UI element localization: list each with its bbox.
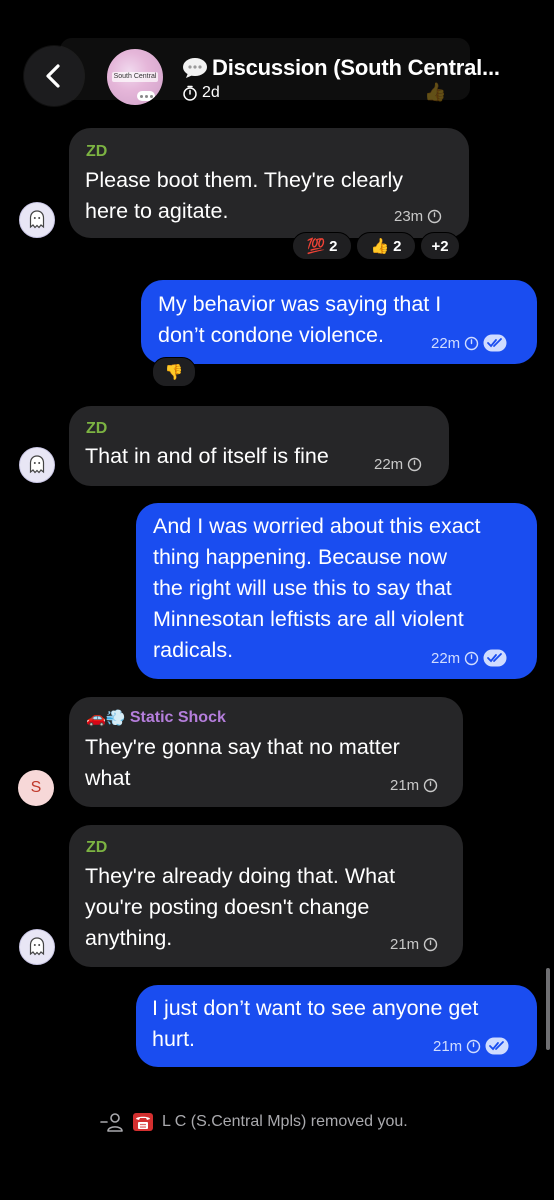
reaction-count: +2: [431, 237, 449, 255]
message-time: 21m: [390, 936, 438, 953]
message-line: thing happening. Because now: [153, 545, 448, 569]
sender-name: ZD: [86, 420, 108, 437]
message-line: what: [85, 766, 131, 790]
message-line: I just don’t want to see anyone get: [152, 996, 479, 1020]
chat-title: Discussion (South Central...: [212, 55, 500, 80]
thumbs-up-icon: 👍: [370, 238, 390, 255]
message-line: My behavior was saying that I: [158, 292, 442, 316]
timer-icon: [423, 937, 438, 952]
timer-icon: [466, 1039, 481, 1053]
message-time: 23m: [394, 208, 442, 225]
time-label: 23m: [394, 208, 424, 225]
message-bubble-outgoing[interactable]: I just don’t want to see anyone get hurt…: [136, 985, 537, 1067]
faded-thumbs-up-icon: 👍: [424, 82, 447, 102]
message-time: 22m: [431, 334, 507, 352]
message-bubble-incoming[interactable]: ZD They're already doing that. What you'…: [69, 825, 463, 967]
message-line: That in and of itself is fine: [85, 444, 329, 468]
timer-icon: [464, 336, 479, 350]
message-line: Minnesotan leftists are all violent: [153, 607, 464, 631]
timer-icon: [464, 651, 479, 665]
ghost-icon: [29, 210, 45, 229]
message-line: you're posting doesn't change: [85, 895, 370, 919]
message-text: They're gonna say that no matter what: [85, 732, 400, 794]
reaction-thumbs-down[interactable]: 👎: [152, 357, 196, 387]
message-bubble-incoming[interactable]: ZD Please boot them. They're clearly her…: [69, 128, 469, 238]
sender-name: ZD: [86, 143, 108, 160]
sender-name: Static Shock: [129, 709, 226, 726]
read-receipt-icon: [483, 334, 507, 352]
message-line: here to agitate.: [85, 199, 229, 223]
back-button[interactable]: [24, 46, 84, 106]
message-text: My behavior was saying that I don’t cond…: [158, 289, 441, 351]
reaction-more[interactable]: +2: [420, 232, 460, 260]
avatar[interactable]: [19, 447, 55, 483]
system-text: L C (S.Central Mpls) removed you.: [162, 1113, 408, 1130]
group-avatar[interactable]: South Central: [107, 49, 163, 105]
ghost-icon: [29, 937, 45, 956]
timer-icon: [427, 209, 442, 224]
message-time: 22m: [431, 649, 507, 667]
timer-icon: [183, 85, 197, 101]
remove-user-icon: [100, 1113, 123, 1132]
disappearing-timer[interactable]: 2d: [182, 83, 220, 103]
message-bubble-outgoing[interactable]: My behavior was saying that I don’t cond…: [141, 280, 537, 364]
reaction-hundred[interactable]: 💯 2: [292, 232, 352, 260]
sender-name: ZD: [86, 839, 108, 856]
chevron-left-icon: [46, 64, 60, 88]
time-label: 21m: [390, 936, 420, 953]
message-text: Please boot them. They're clearly here t…: [85, 165, 403, 227]
message-line: Please boot them. They're clearly: [85, 168, 404, 192]
message-text: I just don’t want to see anyone get hurt…: [152, 993, 478, 1055]
system-message: L C (S.Central Mpls) removed you.: [100, 1110, 408, 1134]
time-label: 22m: [431, 334, 461, 352]
speech-bubble-icon: [183, 58, 207, 78]
message-line: the right will use this to say that: [153, 576, 452, 600]
time-label: 22m: [374, 456, 404, 473]
group-avatar-label: South Central: [111, 72, 159, 82]
message-line: don’t condone violence.: [158, 323, 384, 347]
reaction-thumbs-up[interactable]: 👍 2: [356, 232, 416, 260]
message-text: And I was worried about this exact thing…: [153, 511, 480, 666]
message-text: They're already doing that. What you're …: [85, 861, 395, 954]
ghost-icon: [29, 455, 45, 474]
typing-dots-icon: [137, 91, 155, 101]
message-line: They're already doing that. What: [85, 864, 396, 888]
timer-icon: [423, 778, 438, 793]
message-time: 21m: [433, 1037, 509, 1055]
message-text: That in and of itself is fine: [85, 441, 329, 472]
chat-title-row[interactable]: Discussion (South Central...: [182, 54, 500, 82]
sender-row: 🚗💨 Static Shock: [86, 708, 226, 728]
message-time: 21m: [390, 777, 438, 794]
thumbs-down-icon: 👎: [164, 364, 184, 381]
timer-label: 2d: [202, 84, 220, 101]
reaction-count: 2: [393, 237, 402, 255]
message-line: They're gonna say that no matter: [85, 735, 400, 759]
telephone-icon: [133, 1113, 153, 1131]
message-line: anything.: [85, 926, 173, 950]
message-line: And I was worried about this exact: [153, 514, 481, 538]
avatar[interactable]: [19, 202, 55, 238]
message-bubble-incoming[interactable]: 🚗💨 Static Shock They're gonna say that n…: [69, 697, 463, 807]
message-bubble-outgoing[interactable]: And I was worried about this exact thing…: [136, 503, 537, 679]
message-bubble-incoming[interactable]: ZD That in and of itself is fine 22m: [69, 406, 449, 486]
read-receipt-icon: [485, 1037, 509, 1055]
avatar-letter: S: [30, 779, 42, 796]
hundred-icon: 💯: [306, 238, 326, 255]
message-time: 22m: [374, 456, 422, 473]
read-receipt-icon: [483, 649, 507, 667]
time-label: 22m: [431, 649, 461, 667]
timer-icon: [407, 457, 422, 472]
reaction-count: 2: [329, 237, 338, 255]
time-label: 21m: [390, 777, 420, 794]
time-label: 21m: [433, 1037, 463, 1055]
scrollbar[interactable]: [546, 968, 550, 1050]
message-line: hurt.: [152, 1027, 196, 1051]
avatar[interactable]: S: [18, 770, 54, 806]
car-dash-icon: 🚗💨: [86, 710, 126, 727]
avatar[interactable]: [19, 929, 55, 965]
